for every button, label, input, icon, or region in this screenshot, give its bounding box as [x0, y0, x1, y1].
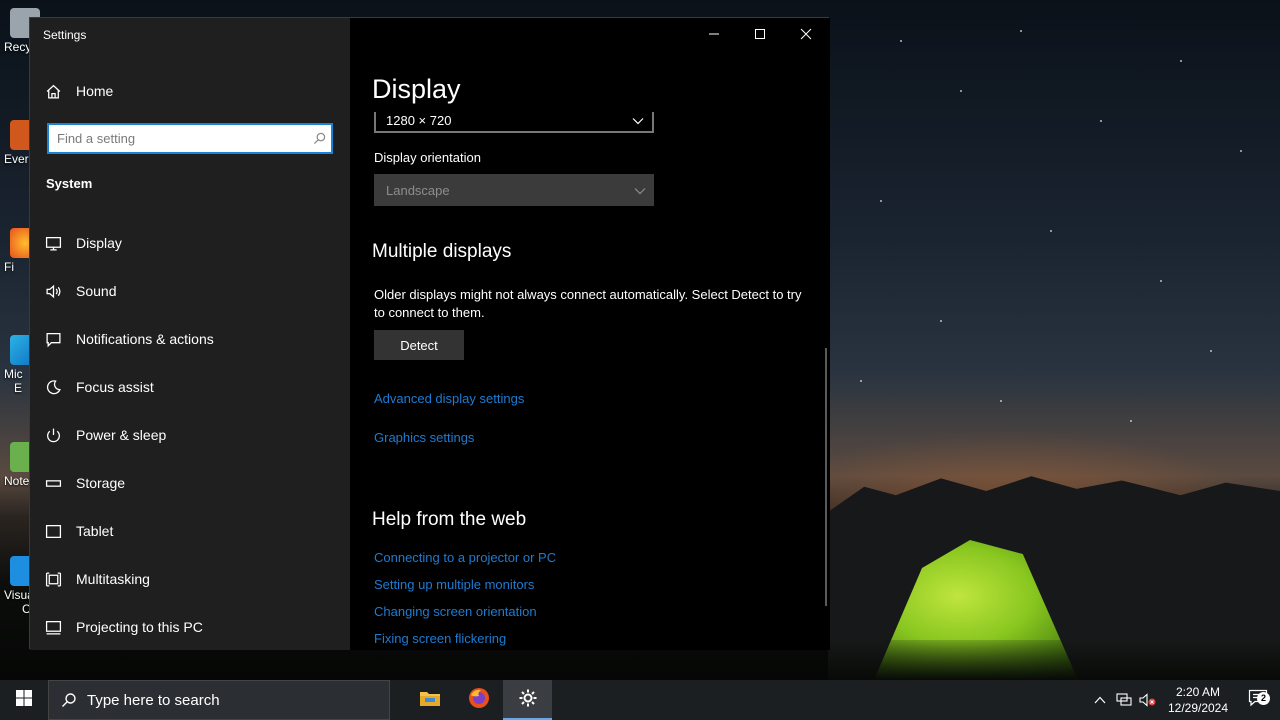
taskbar-firefox[interactable] — [454, 680, 503, 720]
taskbar-file-explorer[interactable] — [405, 680, 454, 720]
window-title: Settings — [43, 28, 87, 42]
sidebar-item-multitasking[interactable]: Multitasking — [30, 555, 350, 603]
multiple-displays-heading: Multiple displays — [372, 241, 512, 262]
speaker-icon — [30, 283, 76, 300]
projecting-icon — [30, 619, 76, 636]
orientation-value: Landscape — [386, 182, 450, 198]
windows-logo-icon — [16, 689, 32, 711]
system-tray: 2:20 AM 12/29/2024 2 — [1088, 680, 1280, 720]
minimize-button[interactable] — [691, 18, 737, 50]
storage-icon — [30, 475, 76, 492]
display-settings-panel: Display 1280 × 720 Display orientation L… — [350, 18, 830, 650]
firefox-icon — [468, 687, 490, 714]
sidebar-item-label: Storage — [76, 475, 126, 491]
gear-icon — [518, 688, 538, 713]
sidebar-item-projecting[interactable]: Projecting to this PC — [30, 603, 350, 651]
taskbar-search-placeholder: Type here to search — [87, 691, 220, 709]
advanced-display-settings-link[interactable]: Advanced display settings — [374, 391, 524, 406]
display-orientation-dropdown[interactable]: Landscape — [374, 174, 654, 206]
sidebar-item-label: Home — [76, 83, 114, 99]
sidebar-item-tablet[interactable]: Tablet — [30, 507, 350, 555]
folder-icon — [419, 689, 441, 712]
sidebar-item-focus-assist[interactable]: Focus assist — [30, 363, 350, 411]
sidebar-item-label: Power & sleep — [76, 427, 167, 443]
sidebar-item-label: Display — [76, 235, 122, 251]
clock-time: 2:20 AM — [1175, 685, 1221, 699]
grass-foreground — [828, 640, 1280, 680]
sidebar-item-label: Projecting to this PC — [76, 619, 203, 635]
sidebar-item-display[interactable]: Display — [30, 219, 350, 267]
search-icon — [307, 132, 331, 145]
settings-window: Settings Home System Display — [29, 17, 830, 650]
show-hidden-icons-button[interactable] — [1088, 696, 1112, 704]
settings-sidebar: Settings Home System Display — [30, 18, 350, 650]
search-icon — [61, 692, 77, 708]
sidebar-item-label: Multitasking — [76, 571, 150, 587]
start-button[interactable] — [0, 680, 48, 720]
graphics-settings-link[interactable]: Graphics settings — [374, 430, 474, 445]
display-orientation-label: Display orientation — [374, 150, 481, 165]
help-link-multiple-monitors[interactable]: Setting up multiple monitors — [374, 577, 534, 592]
sidebar-item-storage[interactable]: Storage — [30, 459, 350, 507]
multitasking-icon — [30, 571, 76, 588]
taskbar-settings[interactable] — [503, 680, 552, 720]
moon-icon — [30, 379, 76, 396]
resolution-value: 1280 × 720 — [386, 113, 452, 128]
sidebar-item-label: Notifications & actions — [76, 331, 214, 347]
network-icon[interactable] — [1112, 693, 1136, 707]
find-setting-search — [47, 123, 333, 154]
help-link-projector[interactable]: Connecting to a projector or PC — [374, 550, 556, 565]
chevron-down-icon — [634, 183, 646, 198]
message-icon — [30, 331, 76, 348]
content-scrollbar[interactable] — [825, 348, 827, 606]
find-setting-input[interactable] — [49, 125, 307, 152]
taskbar-search-box[interactable]: Type here to search — [48, 680, 390, 720]
close-button[interactable] — [783, 18, 829, 50]
chevron-down-icon — [632, 113, 644, 128]
sidebar-item-label: Sound — [76, 283, 117, 299]
sidebar-item-sound[interactable]: Sound — [30, 267, 350, 315]
monitor-icon — [30, 235, 76, 252]
page-title: Display — [372, 74, 461, 104]
taskbar-clock[interactable]: 2:20 AM 12/29/2024 — [1160, 684, 1236, 716]
tablet-icon — [30, 523, 76, 540]
taskbar: Type here to search 2:20 AM 12/29/2024 2 — [0, 680, 1280, 720]
detect-button[interactable]: Detect — [374, 330, 464, 360]
multiple-displays-description: Older displays might not always connect … — [374, 287, 802, 320]
power-icon — [30, 427, 76, 444]
sidebar-item-power-sleep[interactable]: Power & sleep — [30, 411, 350, 459]
sidebar-section-system: System — [46, 176, 93, 191]
volume-muted-icon[interactable] — [1136, 693, 1160, 707]
action-center-button[interactable]: 2 — [1236, 689, 1280, 712]
home-icon — [30, 83, 76, 100]
sidebar-nav: Display Sound Notifications & actions Fo… — [30, 219, 350, 651]
display-resolution-dropdown[interactable]: 1280 × 720 — [374, 112, 654, 133]
sidebar-item-home[interactable]: Home — [30, 76, 350, 106]
sidebar-item-label: Tablet — [76, 523, 114, 539]
help-from-web-heading: Help from the web — [372, 509, 527, 530]
maximize-button[interactable] — [737, 18, 783, 50]
notification-count-badge: 2 — [1257, 691, 1270, 705]
help-link-screen-orientation[interactable]: Changing screen orientation — [374, 604, 537, 619]
clock-date: 12/29/2024 — [1167, 701, 1229, 715]
help-link-screen-flickering[interactable]: Fixing screen flickering — [374, 631, 506, 646]
sidebar-item-notifications[interactable]: Notifications & actions — [30, 315, 350, 363]
sidebar-item-label: Focus assist — [76, 379, 154, 395]
